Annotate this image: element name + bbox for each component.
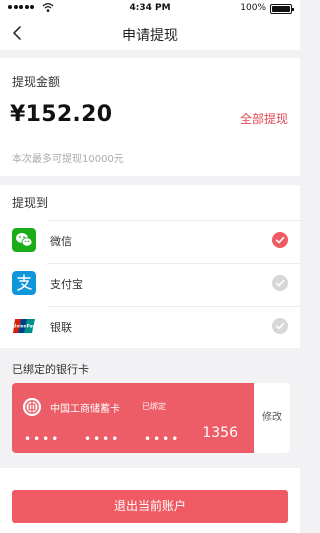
- divider: [48, 263, 300, 264]
- svg-text:UnionPay: UnionPay: [13, 324, 35, 329]
- divider: [48, 306, 300, 307]
- card-mask-3: ••••: [144, 432, 181, 446]
- status-bar: 4:34 PM 100%: [0, 0, 300, 17]
- radio-unchecked-icon[interactable]: [272, 275, 288, 291]
- withdraw-all-link[interactable]: 全部提现: [240, 110, 288, 127]
- icbc-logo-icon: [23, 398, 41, 416]
- radio-unchecked-icon[interactable]: [272, 318, 288, 334]
- amount-label: 提现金额: [12, 75, 61, 89]
- method-label: 银联: [50, 321, 72, 334]
- method-row-alipay[interactable]: 支付宝: [0, 263, 300, 303]
- amount-card: 提现金额 ¥152.20 全部提现 本次最多可提现10000元: [0, 58, 300, 176]
- amount-value[interactable]: ¥152.20: [10, 102, 112, 127]
- card-mask-2: ••••: [84, 432, 121, 446]
- alipay-icon: [12, 271, 36, 295]
- method-label: 微信: [50, 235, 72, 248]
- methods-title: 提现到: [12, 196, 49, 210]
- method-row-unionpay[interactable]: UnionPay 银联: [0, 306, 300, 346]
- page-title: 申请提现: [122, 28, 178, 44]
- bound-badge: 已绑定: [142, 402, 166, 411]
- withdraw-limit-hint: 本次最多可提现10000元: [12, 154, 124, 165]
- method-row-wechat[interactable]: 微信: [0, 220, 300, 260]
- radio-checked-icon[interactable]: [272, 232, 288, 248]
- card-last4: 1356: [202, 425, 238, 441]
- method-label: 支付宝: [50, 278, 83, 291]
- bank-name: 中国工商储蓄卡: [50, 404, 120, 415]
- edit-card-button[interactable]: 修改: [254, 383, 290, 453]
- divider: [48, 220, 300, 221]
- nav-bar: 申请提现: [0, 17, 300, 50]
- wechat-icon: [12, 228, 36, 252]
- bank-card[interactable]: 中国工商储蓄卡 已绑定 •••• •••• •••• 1356: [12, 383, 254, 453]
- unionpay-icon: UnionPay: [13, 319, 35, 333]
- withdraw-methods: 提现到 微信 支付宝 UnionPay 银联: [0, 185, 300, 348]
- logout-button[interactable]: 退出当前账户: [12, 490, 288, 523]
- withdraw-screen: 4:34 PM 100% 申请提现 提现金额 ¥152.20 全部提现 本次最多…: [0, 0, 300, 533]
- battery-percent: 100%: [240, 3, 266, 13]
- bound-cards-title: 已绑定的银行卡: [12, 363, 89, 376]
- card-mask-1: ••••: [24, 432, 61, 446]
- battery-icon: [270, 4, 294, 14]
